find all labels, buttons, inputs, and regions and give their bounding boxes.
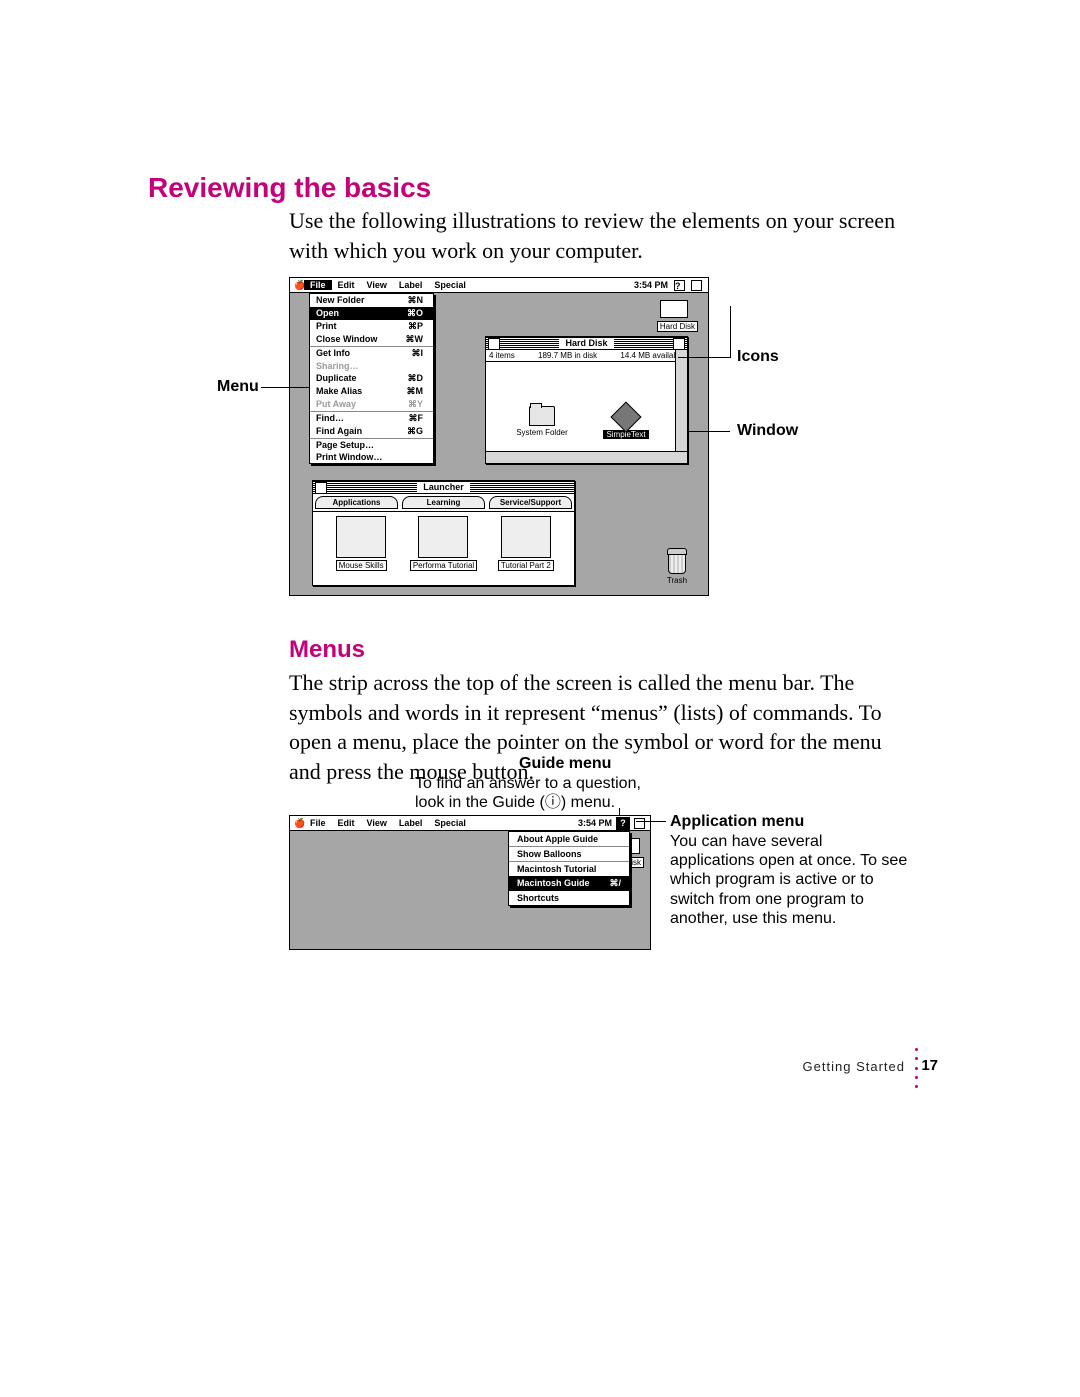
menu-file[interactable]: File — [304, 280, 332, 290]
callout-line — [688, 431, 730, 432]
callout-app-menu-title: Application menu — [670, 813, 804, 831]
menu-file[interactable]: File — [304, 818, 332, 828]
finder-info-row: 4 items 189.7 MB in disk 14.4 MB availab… — [486, 350, 687, 362]
menu-view[interactable]: View — [361, 818, 393, 828]
menu-special[interactable]: Special — [428, 818, 472, 828]
system-folder[interactable]: System Folder — [512, 406, 572, 437]
finder-titlebar[interactable]: Hard Disk — [486, 337, 687, 350]
finder-window: Hard Disk 4 items 189.7 MB in disk 14.4 … — [485, 336, 688, 464]
file-find-again[interactable]: Find Again⌘G — [310, 425, 433, 438]
clock: 3:54 PM — [634, 280, 668, 290]
folder-label: System Folder — [516, 428, 568, 437]
guide-menu-icon[interactable]: ? — [616, 817, 630, 830]
tab-applications[interactable]: Applications — [315, 496, 398, 509]
show-balloons[interactable]: Show Balloons — [509, 847, 629, 861]
intro-paragraph: Use the following illustrations to revie… — [289, 206, 904, 265]
menu-special[interactable]: Special — [428, 280, 472, 290]
trash-icon-block[interactable]: Trash — [664, 552, 690, 585]
file-print[interactable]: Print⌘P — [310, 320, 433, 333]
file-duplicate[interactable]: Duplicate⌘D — [310, 372, 433, 385]
callout-line — [730, 306, 731, 358]
callout-line — [678, 357, 730, 358]
hard-disk-icon[interactable] — [660, 300, 688, 318]
menu-label[interactable]: Label — [393, 818, 429, 828]
finder-title: Hard Disk — [559, 338, 613, 348]
file-make-alias[interactable]: Make Alias⌘M — [310, 385, 433, 398]
footer-dots — [914, 1048, 918, 1088]
about-apple-guide[interactable]: About Apple Guide — [509, 832, 629, 846]
menu-bar-2: 🍎 File Edit View Label Special 3:54 PM ? — [290, 816, 650, 831]
footer-page-number: 17 — [921, 1057, 938, 1074]
menu-bar: 🍎 File Edit View Label Special 3:54 PM ? — [290, 278, 708, 293]
menu-edit[interactable]: Edit — [332, 818, 361, 828]
file-menu-dropdown: New Folder⌘N Open⌘O Print⌘P Close Window… — [309, 293, 434, 464]
callout-icons: Icons — [737, 348, 779, 366]
shortcuts[interactable]: Shortcuts — [509, 891, 629, 905]
callout-guide-menu-body: To find an answer to a question, look in… — [415, 774, 660, 812]
trash-label: Trash — [667, 576, 687, 585]
folder-icon — [529, 406, 555, 426]
callout-app-menu-body: You can have several applications open a… — [670, 832, 910, 928]
file-sharing: Sharing… — [310, 360, 433, 372]
menu-view[interactable]: View — [361, 280, 393, 290]
apple-menu-icon[interactable]: 🍎 — [290, 280, 304, 291]
application-menu-icon[interactable] — [691, 280, 702, 291]
tutorial-icon — [418, 516, 468, 558]
guide-menu-icon[interactable]: ? — [674, 280, 685, 291]
macintosh-tutorial[interactable]: Macintosh Tutorial — [509, 862, 629, 876]
file-get-info[interactable]: Get Info⌘I — [310, 347, 433, 360]
file-new-folder[interactable]: New Folder⌘N — [310, 294, 433, 307]
guide-menu-dropdown: About Apple Guide Show Balloons Macintos… — [508, 831, 630, 906]
menu-edit[interactable]: Edit — [332, 280, 361, 290]
simpletext-app[interactable]: SimpleText — [596, 406, 656, 439]
launcher-tutorial-part2[interactable]: Tutorial Part 2 — [488, 516, 564, 571]
screenshot-desktop: 🍎 File Edit View Label Special 3:54 PM ?… — [289, 277, 709, 596]
launcher-window: Launcher Applications Learning Service/S… — [312, 480, 575, 586]
hard-disk-label: Hard Disk — [657, 321, 698, 332]
apple-menu-icon[interactable]: 🍎 — [290, 818, 304, 829]
callout-menu: Menu — [217, 378, 259, 396]
tab-learning[interactable]: Learning — [402, 496, 485, 509]
launcher-title: Launcher — [417, 482, 470, 492]
file-page-setup[interactable]: Page Setup… — [310, 439, 433, 451]
scrollbar-horizontal[interactable] — [486, 451, 687, 463]
file-print-window[interactable]: Print Window… — [310, 451, 433, 463]
launcher-tabs: Applications Learning Service/Support — [313, 494, 574, 512]
app-icon — [610, 401, 641, 432]
heading-menus: Menus — [289, 636, 365, 664]
file-put-away: Put Away⌘Y — [310, 398, 433, 411]
macintosh-guide[interactable]: Macintosh Guide⌘/ — [509, 876, 629, 891]
file-close-window[interactable]: Close Window⌘W — [310, 333, 433, 346]
callout-line — [261, 387, 309, 388]
tab-service-support[interactable]: Service/Support — [489, 496, 572, 509]
heading-reviewing-basics: Reviewing the basics — [148, 172, 431, 204]
menu-label[interactable]: Label — [393, 280, 429, 290]
file-open[interactable]: Open⌘O — [310, 307, 433, 320]
mouse-skills-icon — [336, 516, 386, 558]
screenshot-menubar: 🍎 File Edit View Label Special 3:54 PM ?… — [289, 815, 651, 950]
scrollbar-vertical[interactable] — [675, 350, 687, 451]
callout-line — [636, 821, 666, 822]
tutorial2-icon — [501, 516, 551, 558]
launcher-performa-tutorial[interactable]: Performa Tutorial — [405, 516, 481, 571]
launcher-titlebar[interactable]: Launcher — [313, 481, 574, 494]
launcher-mouse-skills[interactable]: Mouse Skills — [323, 516, 399, 571]
callout-guide-menu-title: Guide menu — [519, 755, 611, 773]
callout-window: Window — [737, 422, 798, 440]
file-find[interactable]: Find…⌘F — [310, 412, 433, 425]
clock: 3:54 PM — [578, 818, 612, 828]
trash-icon — [668, 552, 686, 574]
application-menu-icon[interactable] — [634, 818, 645, 829]
footer-section: Getting Started — [803, 1059, 905, 1074]
